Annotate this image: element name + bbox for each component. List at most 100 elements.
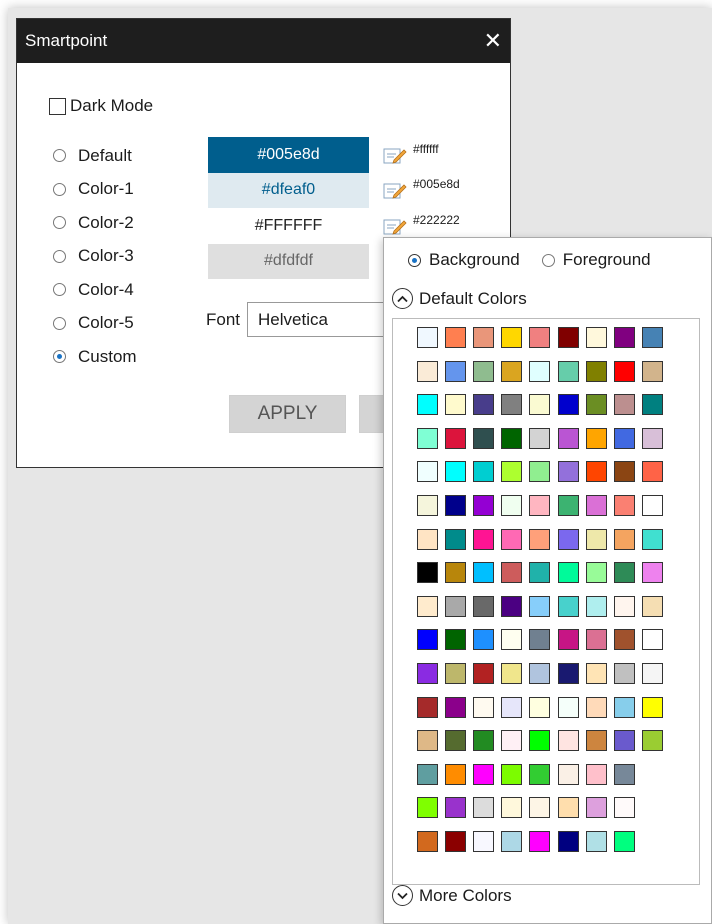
color-cell[interactable] bbox=[529, 697, 550, 718]
theme-radio[interactable] bbox=[53, 316, 66, 330]
color-cell[interactable] bbox=[501, 562, 522, 583]
color-cell[interactable] bbox=[501, 629, 522, 650]
chevron-up-icon[interactable] bbox=[392, 288, 413, 309]
edit-pencil-icon[interactable] bbox=[383, 145, 407, 165]
color-cell[interactable] bbox=[558, 797, 579, 818]
color-cell[interactable] bbox=[473, 663, 494, 684]
color-cell[interactable] bbox=[445, 327, 466, 348]
color-cell[interactable] bbox=[586, 697, 607, 718]
theme-radio-row[interactable]: Default bbox=[53, 139, 137, 173]
color-cell[interactable] bbox=[586, 495, 607, 516]
color-cell[interactable] bbox=[586, 562, 607, 583]
color-cell[interactable] bbox=[473, 394, 494, 415]
color-cell[interactable] bbox=[529, 495, 550, 516]
more-colors-header[interactable]: More Colors bbox=[392, 885, 512, 906]
color-cell[interactable] bbox=[614, 495, 635, 516]
color-cell[interactable] bbox=[586, 361, 607, 382]
color-cell[interactable] bbox=[529, 596, 550, 617]
theme-radio-label[interactable]: Color-4 bbox=[78, 280, 134, 300]
font-input[interactable]: Helvetica bbox=[247, 302, 388, 337]
color-cell[interactable] bbox=[642, 428, 663, 449]
default-colors-header[interactable]: Default Colors bbox=[392, 288, 527, 309]
color-cell[interactable] bbox=[586, 764, 607, 785]
color-cell[interactable] bbox=[417, 596, 438, 617]
color-cell[interactable] bbox=[586, 327, 607, 348]
color-cell[interactable] bbox=[642, 596, 663, 617]
theme-radio-row[interactable]: Color-4 bbox=[53, 273, 137, 307]
theme-radio[interactable] bbox=[53, 283, 66, 297]
color-cell[interactable] bbox=[558, 495, 579, 516]
color-cell[interactable] bbox=[501, 327, 522, 348]
color-cell[interactable] bbox=[586, 461, 607, 482]
color-cell[interactable] bbox=[473, 730, 494, 751]
color-cell[interactable] bbox=[529, 327, 550, 348]
color-cell[interactable] bbox=[558, 562, 579, 583]
theme-radio-row[interactable]: Color-3 bbox=[53, 240, 137, 274]
color-cell[interactable] bbox=[614, 562, 635, 583]
color-cell[interactable] bbox=[614, 361, 635, 382]
theme-radio-row[interactable]: Color-1 bbox=[53, 173, 137, 207]
theme-radio-row[interactable]: Custom bbox=[53, 340, 137, 374]
color-cell[interactable] bbox=[501, 831, 522, 852]
foreground-radio[interactable] bbox=[541, 253, 555, 267]
color-cell[interactable] bbox=[445, 629, 466, 650]
color-cell[interactable] bbox=[445, 428, 466, 449]
color-cell[interactable] bbox=[642, 629, 663, 650]
color-cell[interactable] bbox=[614, 764, 635, 785]
color-cell[interactable] bbox=[445, 461, 466, 482]
color-cell[interactable] bbox=[586, 797, 607, 818]
color-cell[interactable] bbox=[417, 663, 438, 684]
color-cell[interactable] bbox=[501, 596, 522, 617]
color-cell[interactable] bbox=[445, 831, 466, 852]
color-cell[interactable] bbox=[417, 327, 438, 348]
color-cell[interactable] bbox=[501, 428, 522, 449]
color-cell[interactable] bbox=[473, 831, 494, 852]
color-cell[interactable] bbox=[614, 327, 635, 348]
apply-button[interactable]: APPLY bbox=[229, 395, 346, 433]
color-cell[interactable] bbox=[529, 629, 550, 650]
color-cell[interactable] bbox=[473, 361, 494, 382]
color-cell[interactable] bbox=[445, 529, 466, 550]
theme-radio-label[interactable]: Custom bbox=[78, 347, 137, 367]
color-cell[interactable] bbox=[642, 529, 663, 550]
color-cell[interactable] bbox=[445, 361, 466, 382]
color-cell[interactable] bbox=[473, 764, 494, 785]
theme-radio-label[interactable]: Color-3 bbox=[78, 246, 134, 266]
color-swatch[interactable]: #dfdfdf bbox=[208, 243, 369, 279]
color-cell[interactable] bbox=[586, 831, 607, 852]
color-cell[interactable] bbox=[558, 663, 579, 684]
color-cell[interactable] bbox=[529, 361, 550, 382]
color-swatch[interactable]: #FFFFFF bbox=[208, 208, 369, 244]
color-cell[interactable] bbox=[558, 529, 579, 550]
color-cell[interactable] bbox=[445, 764, 466, 785]
color-cell[interactable] bbox=[473, 495, 494, 516]
color-cell[interactable] bbox=[417, 629, 438, 650]
color-cell[interactable] bbox=[586, 663, 607, 684]
color-cell[interactable] bbox=[614, 596, 635, 617]
color-cell[interactable] bbox=[417, 562, 438, 583]
checkbox-box[interactable] bbox=[49, 97, 66, 115]
color-cell[interactable] bbox=[529, 831, 550, 852]
dark-mode-checkbox[interactable]: Dark Mode bbox=[49, 96, 153, 116]
color-cell[interactable] bbox=[529, 428, 550, 449]
color-cell[interactable] bbox=[417, 697, 438, 718]
color-cell[interactable] bbox=[642, 394, 663, 415]
color-cell[interactable] bbox=[529, 663, 550, 684]
theme-radio-row[interactable]: Color-2 bbox=[53, 206, 137, 240]
color-cell[interactable] bbox=[473, 529, 494, 550]
color-cell[interactable] bbox=[558, 327, 579, 348]
color-cell[interactable] bbox=[529, 562, 550, 583]
color-cell[interactable] bbox=[417, 461, 438, 482]
color-cell[interactable] bbox=[642, 697, 663, 718]
close-icon[interactable]: ✕ bbox=[484, 30, 502, 52]
color-cell[interactable] bbox=[473, 461, 494, 482]
color-cell[interactable] bbox=[473, 327, 494, 348]
color-cell[interactable] bbox=[586, 596, 607, 617]
theme-radio[interactable] bbox=[53, 350, 66, 364]
color-cell[interactable] bbox=[445, 730, 466, 751]
theme-radio-label[interactable]: Color-5 bbox=[78, 313, 134, 333]
color-cell[interactable] bbox=[501, 730, 522, 751]
color-swatch[interactable]: #dfeaf0 bbox=[208, 172, 369, 208]
color-swatch[interactable]: #005e8d bbox=[208, 137, 369, 173]
color-cell[interactable] bbox=[614, 461, 635, 482]
